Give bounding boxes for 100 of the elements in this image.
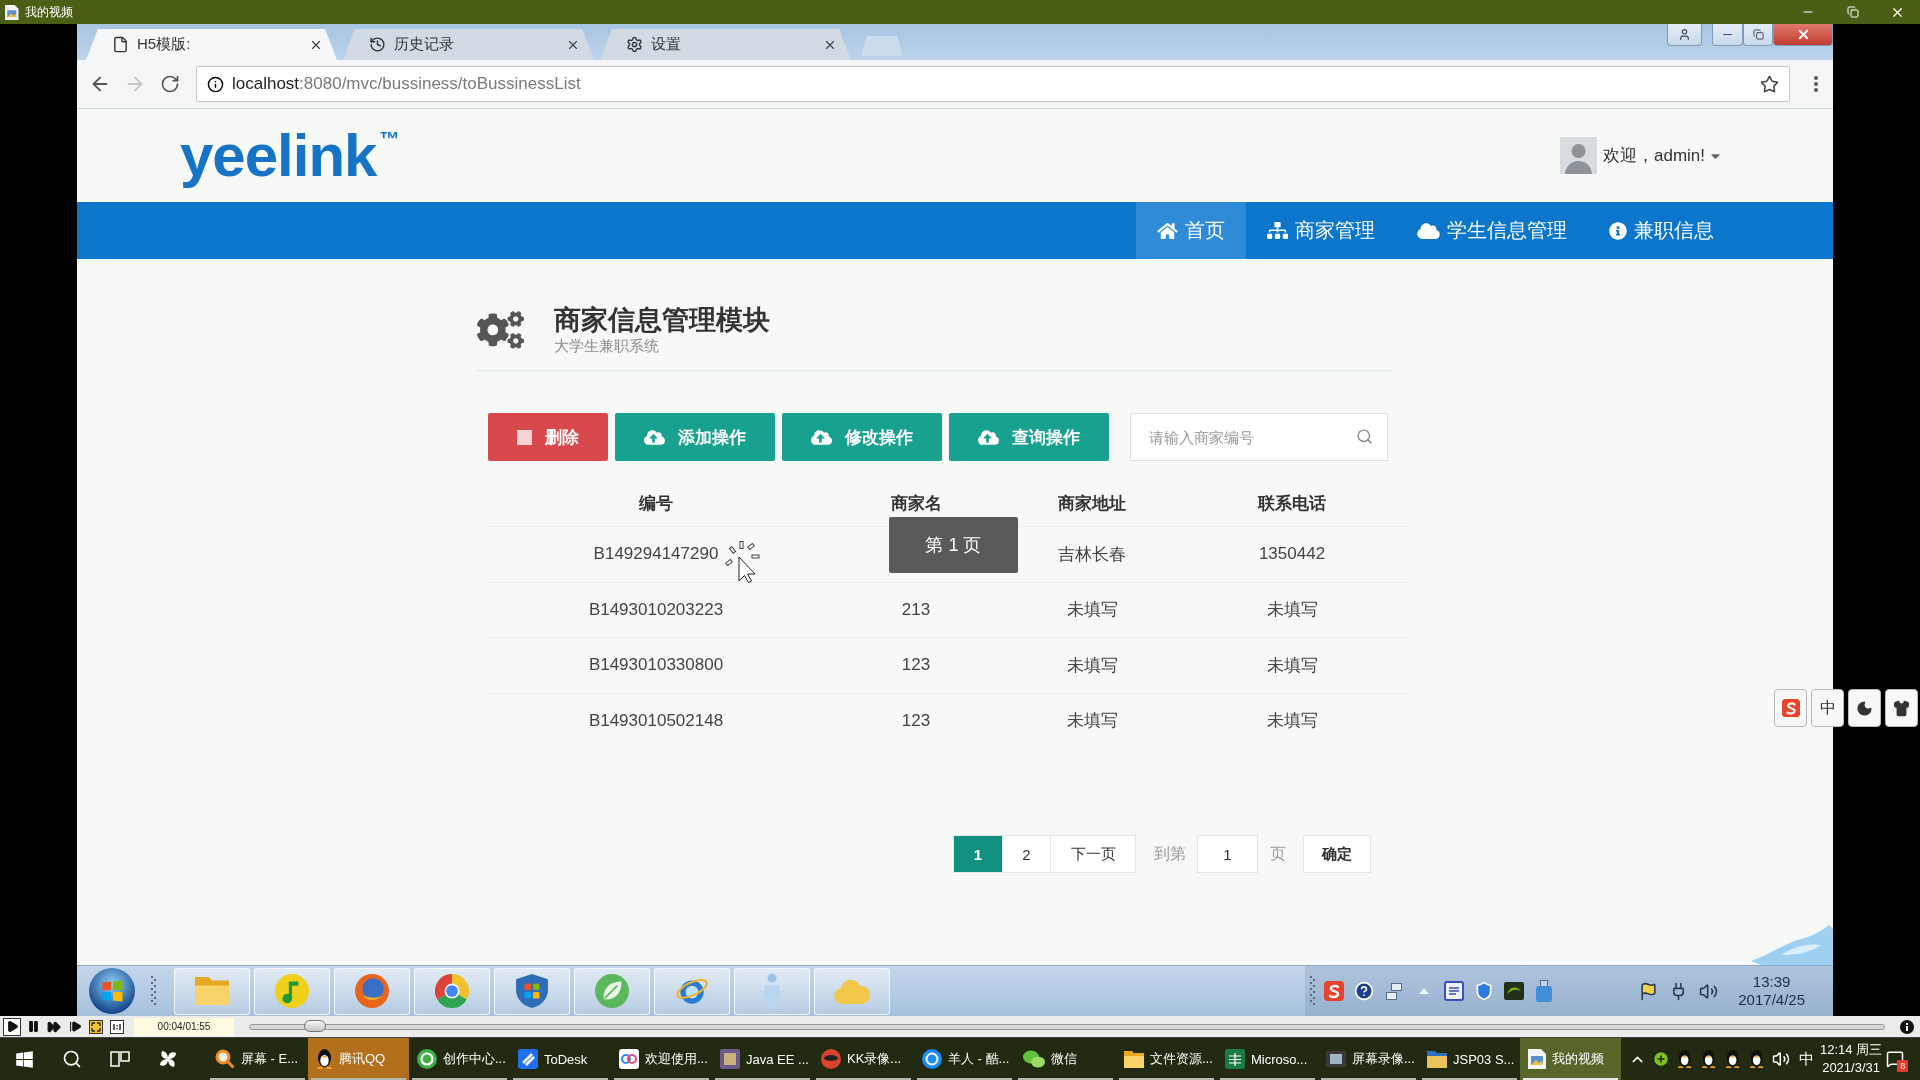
notifications-button[interactable]: 8 — [1882, 1038, 1909, 1080]
nav-item[interactable]: 学生信息管理 — [1396, 202, 1588, 259]
taskbar-app[interactable]: 我的视频 — [1520, 1038, 1621, 1080]
page-button[interactable]: 1 — [953, 835, 1003, 873]
goto-label: 到第 — [1154, 843, 1186, 864]
page-button[interactable]: 2 — [1002, 835, 1051, 873]
gears-icon — [477, 311, 524, 349]
chat-bubbles-icon — [1023, 1049, 1045, 1069]
taskbar-app[interactable]: ToDesk — [510, 1038, 611, 1080]
night-mode-button[interactable] — [1848, 689, 1881, 727]
penguin-icon — [1677, 1050, 1693, 1068]
taskbar-app[interactable]: KK录像... — [813, 1038, 914, 1080]
speaker-icon — [1698, 981, 1718, 1001]
logo: yeelink$^{™}$ — [180, 125, 400, 186]
avatar-icon — [1559, 137, 1597, 174]
taskbar-app[interactable]: 创作中心... — [409, 1038, 510, 1080]
ring-icon — [417, 1049, 437, 1069]
reload-icon — [160, 74, 180, 94]
page-icon — [112, 36, 129, 53]
orb-icon — [88, 968, 135, 1014]
next-page-button[interactable]: 下一页 — [1050, 835, 1136, 873]
browser-tab[interactable]: H5模版: — [86, 29, 337, 60]
task-view-icon — [110, 1051, 130, 1067]
fit-window-button[interactable] — [87, 1017, 105, 1036]
taskbar-app[interactable]: Microso... — [1217, 1038, 1318, 1080]
folder-icon — [1427, 1050, 1447, 1068]
address-field[interactable]: localhost:8080/mvc/bussiness/toBussinessList — [196, 66, 1790, 102]
taskbar-app[interactable]: JSP03 S... — [1419, 1038, 1520, 1080]
nav-item[interactable]: 商家管理 — [1246, 202, 1396, 259]
page-toast: 第 1 页 — [889, 517, 1018, 573]
cloud-icon — [834, 978, 870, 1004]
usb-drive-icon — [1535, 980, 1553, 1002]
taskbar-app[interactable]: 腾讯QQ — [308, 1038, 409, 1080]
segmented-circle-icon — [435, 974, 469, 1008]
picture-file-icon — [5, 4, 19, 20]
ime-mode-button[interactable]: 中 — [1811, 689, 1844, 727]
browser-tab[interactable]: 设置 — [600, 29, 851, 60]
user-greeting[interactable]: 欢迎，admin! — [1602, 144, 1705, 167]
table-cell-text: 未填写 — [1066, 654, 1118, 677]
pinwheel-icon — [157, 1048, 179, 1070]
nav-item[interactable]: 兼职信息 — [1588, 202, 1735, 259]
restore-icon — [1752, 29, 1764, 40]
taskbar-app[interactable]: 微信 — [1015, 1038, 1116, 1080]
busy-cursor-icon — [724, 541, 760, 583]
nav-item[interactable]: 首页 — [1136, 202, 1246, 259]
globe-icon — [355, 974, 389, 1008]
browser-tab[interactable]: 历史记录 — [343, 29, 594, 60]
taskbar-app[interactable]: 欢迎使用... — [611, 1038, 712, 1080]
input-mode-button[interactable]: 中 — [1793, 1038, 1820, 1080]
info-icon — [1609, 221, 1627, 240]
delete-button[interactable]: 删除 — [488, 413, 608, 461]
ring-icon — [922, 1049, 942, 1069]
start-button[interactable] — [86, 966, 137, 1016]
page-unit-label: 页 — [1270, 843, 1286, 864]
taskbar-app[interactable]: 屏幕 - E... — [207, 1038, 308, 1080]
triangle-up-icon — [1419, 988, 1429, 994]
penguin-icon — [1701, 1050, 1717, 1068]
window-title: 我的视频 — [24, 3, 73, 21]
close-button[interactable] — [1773, 24, 1833, 46]
home-icon — [1157, 221, 1178, 240]
tile-icon — [1504, 982, 1524, 1000]
notification-icon — [1886, 1050, 1905, 1068]
table-cell-text: 吉林长春 — [1058, 543, 1126, 566]
maximize-button[interactable] — [1743, 24, 1773, 46]
table-cell-text: 未填写 — [1266, 599, 1318, 622]
cloud-upload-icon — [978, 428, 999, 446]
spreadsheet-icon — [1225, 1049, 1245, 1069]
moon-icon — [1856, 699, 1873, 717]
seek-thumb[interactable] — [304, 1019, 327, 1032]
profile-button[interactable] — [1667, 24, 1702, 46]
folder-icon — [195, 976, 229, 1006]
fast-forward-icon — [47, 1019, 61, 1034]
tile-icon — [518, 1049, 538, 1069]
skin-button[interactable] — [1885, 689, 1918, 727]
info-button[interactable] — [1898, 1017, 1916, 1036]
table-cell-text: 未填写 — [1066, 599, 1118, 622]
seek-track[interactable] — [249, 1023, 1885, 1030]
tile-icon — [720, 1049, 740, 1069]
cloud-icon — [1417, 221, 1440, 240]
page-number-field[interactable]: 1 — [1197, 835, 1258, 873]
table-cell: 1350442 — [1258, 544, 1326, 565]
tray-button[interactable] — [1443, 978, 1465, 1004]
taskbar-app[interactable]: 羊人 - 酷... — [914, 1038, 1015, 1080]
penguin-icon — [1749, 1050, 1765, 1068]
table-cell: B1493010203223 — [588, 599, 724, 620]
search-field[interactable]: 请输入商家编号 — [1130, 413, 1388, 461]
taskbar-app[interactable]: 文件资源... — [1116, 1038, 1217, 1080]
actual-size-button[interactable] — [108, 1017, 126, 1036]
table-cell: B1493010330800 — [588, 655, 724, 676]
confirm-button[interactable]: 确定 — [1303, 835, 1371, 873]
ime-logo-button[interactable] — [1774, 689, 1807, 727]
play-button[interactable] — [3, 1017, 21, 1036]
taskbar-app[interactable]: 屏幕录像... — [1318, 1038, 1419, 1080]
column-header: 商家地址 — [1058, 492, 1126, 515]
table-cell: 123 — [901, 710, 931, 731]
search-icon — [62, 1049, 82, 1069]
sitemap-icon — [1267, 222, 1288, 239]
taskbar-app[interactable]: Java EE ... — [712, 1038, 813, 1080]
pause-icon — [26, 1020, 40, 1033]
clock-date: 2021/3/31 — [1822, 1059, 1880, 1077]
